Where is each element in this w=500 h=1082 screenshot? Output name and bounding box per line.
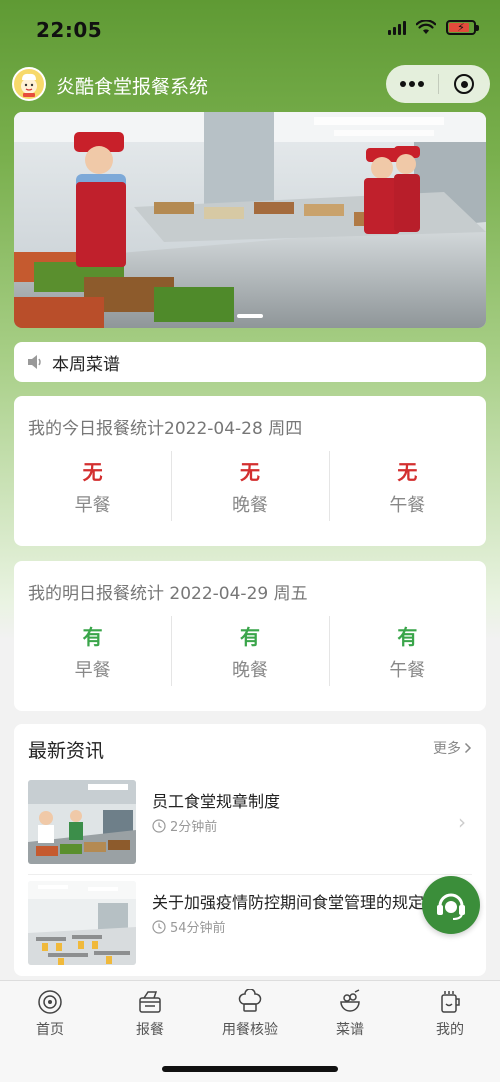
status-bar: 22:05 ⚡ (0, 0, 500, 56)
news-thumbnail (28, 780, 136, 864)
menu-icon (340, 989, 360, 1012)
news-more-link[interactable]: 更多 (433, 738, 472, 758)
news-more-label: 更多 (433, 741, 461, 757)
tab-home[interactable]: 首页 (0, 981, 100, 1039)
battery-icon: ⚡ (446, 20, 479, 35)
stat-label: 午餐 (389, 494, 426, 516)
status-time: 22:05 (36, 18, 103, 42)
tab-meal-order[interactable]: 报餐 (100, 981, 200, 1039)
today-stats-row: 无 早餐 无 晚餐 无 午餐 (14, 451, 486, 521)
today-dinner-stat[interactable]: 无 晚餐 (171, 451, 328, 521)
more-button[interactable] (386, 65, 438, 103)
today-meal-stats-card: 我的今日报餐统计2022-04-28 周四 无 早餐 无 晚餐 无 午餐 (14, 396, 486, 546)
home-icon (38, 990, 62, 1014)
tab-profile[interactable]: 我的 (400, 981, 500, 1039)
wifi-icon (416, 20, 436, 34)
clock-icon (152, 919, 166, 934)
status-icons: ⚡ (388, 20, 479, 35)
header: 炎酷食堂报餐系统 (0, 62, 500, 106)
stat-value: 无 (239, 459, 260, 484)
stat-label: 早餐 (74, 494, 111, 516)
tab-bar: 首页 报餐 用餐核验 菜谱 我的 (0, 980, 500, 1082)
tab-label: 首页 (36, 1022, 64, 1038)
tab-label: 报餐 (136, 1022, 164, 1038)
news-item-time: 54分钟前 (152, 917, 226, 936)
clock-icon (152, 818, 166, 833)
speaker-icon (28, 355, 41, 369)
tab-label: 我的 (436, 1022, 464, 1038)
stat-value: 有 (82, 624, 103, 649)
chef-hat-icon (238, 989, 262, 1012)
home-indicator (162, 1066, 338, 1072)
tab-menu[interactable]: 菜谱 (300, 981, 400, 1039)
stat-value: 有 (239, 624, 260, 649)
divider (28, 874, 472, 875)
customer-service-button[interactable] (422, 876, 480, 934)
mini-program-capsule (386, 65, 490, 103)
today-lunch-stat[interactable]: 无 午餐 (328, 451, 486, 521)
news-section-title: 最新资讯 (28, 740, 105, 762)
notice-label: 本周菜谱 (52, 354, 120, 375)
app-title: 炎酷食堂报餐系统 (56, 76, 209, 98)
stat-value: 无 (82, 459, 103, 484)
news-item[interactable]: 员工食堂规章制度 2分钟前 › (14, 780, 486, 880)
app-logo-icon (12, 67, 46, 101)
news-thumbnail (28, 881, 136, 965)
headset-icon (437, 893, 465, 920)
news-item-title: 员工食堂规章制度 (152, 792, 281, 811)
latest-news-section: 最新资讯 更多 员工食堂规章制度 2分钟前 › 关于加强疫情防控期间食堂管理的规… (14, 724, 486, 976)
more-dots-icon (399, 81, 424, 87)
tomorrow-meal-stats-card: 我的明日报餐统计 2022-04-29 周五 有 早餐 有 晚餐 有 午餐 (14, 561, 486, 711)
close-mini-program-button[interactable] (438, 65, 490, 103)
tomorrow-stats-title: 我的明日报餐统计 2022-04-29 周五 (28, 584, 308, 604)
tab-label: 菜谱 (336, 1022, 364, 1038)
chevron-right-icon (464, 742, 472, 754)
tomorrow-lunch-stat[interactable]: 有 午餐 (328, 616, 486, 686)
news-item[interactable]: 关于加强疫情防控期间食堂管理的规定 54分钟前 (14, 881, 486, 981)
tomorrow-stats-row: 有 早餐 有 晚餐 有 午餐 (14, 616, 486, 686)
profile-icon (441, 991, 460, 1013)
meal-order-icon (139, 991, 161, 1013)
news-item-time: 2分钟前 (152, 816, 217, 835)
carousel-indicator (14, 314, 486, 318)
news-time-label: 54分钟前 (170, 921, 226, 936)
canteen-photo (14, 112, 486, 328)
tomorrow-dinner-stat[interactable]: 有 晚餐 (171, 616, 328, 686)
stat-label: 晚餐 (231, 659, 268, 681)
tab-label: 用餐核验 (222, 1022, 278, 1038)
today-stats-title: 我的今日报餐统计2022-04-28 周四 (28, 419, 303, 439)
stat-label: 晚餐 (231, 494, 268, 516)
stat-label: 午餐 (389, 659, 426, 681)
chevron-right-icon: › (458, 810, 466, 834)
stat-label: 早餐 (74, 659, 111, 681)
target-icon (454, 74, 475, 94)
today-breakfast-stat[interactable]: 无 早餐 (14, 451, 171, 521)
tab-meal-verify[interactable]: 用餐核验 (200, 981, 300, 1039)
stat-value: 无 (397, 459, 418, 484)
banner-carousel[interactable] (14, 112, 486, 328)
news-time-label: 2分钟前 (170, 820, 218, 835)
weekly-menu-notice[interactable]: 本周菜谱 (14, 342, 486, 382)
signal-icon (388, 20, 406, 35)
tomorrow-breakfast-stat[interactable]: 有 早餐 (14, 616, 171, 686)
stat-value: 有 (397, 624, 418, 649)
